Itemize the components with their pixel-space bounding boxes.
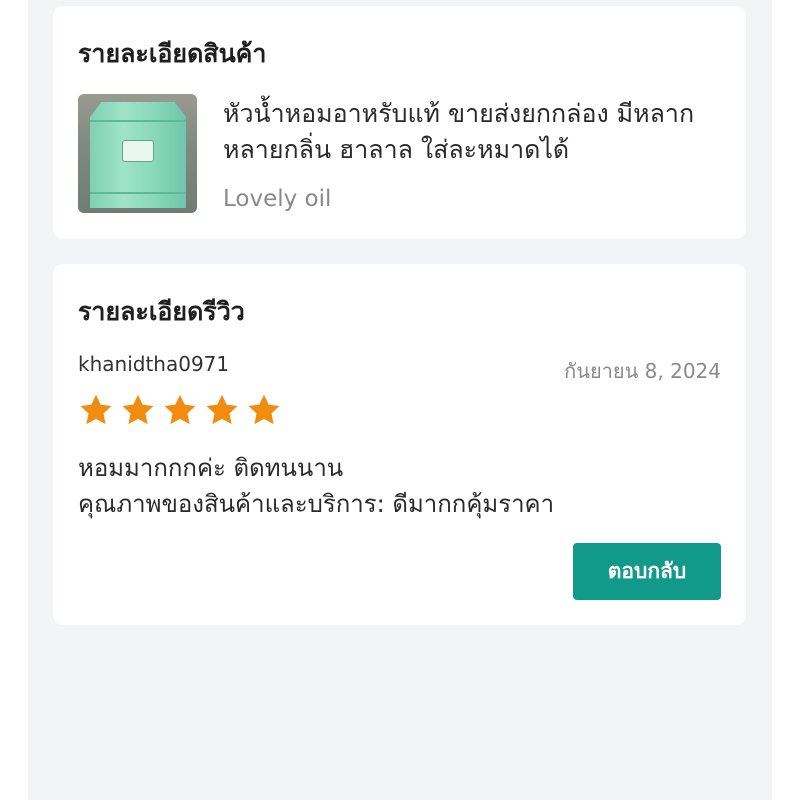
star-icon [248, 394, 280, 425]
review-comment-line: คุณภาพของสินค้าและบริการ: ดีมากกคุ้มราคา [78, 490, 555, 518]
review-details-title: รายละเอียดรีวิว [78, 297, 245, 326]
star-rating [78, 392, 282, 428]
product-details-title: รายละเอียดสินค้า [78, 39, 267, 68]
review-date: กันยายน 8, 2024 [564, 359, 721, 383]
star-icon [80, 394, 112, 425]
review-comment: หอมมากกกค่ะ ติดทนนาน คุณภาพของสินค้าและบ… [78, 450, 718, 522]
product-thumbnail[interactable] [78, 94, 197, 213]
review-details-card: รายละเอียดรีวิว khanidtha0971 กันยายน 8,… [53, 264, 746, 625]
perfume-box-image [90, 102, 186, 208]
star-icon [206, 394, 238, 425]
box-label [122, 140, 154, 162]
product-details-card: รายละเอียดสินค้า หัวน้ำหอมอาหรับแท้ ขายส… [53, 6, 746, 239]
reviewer-username: khanidtha0971 [78, 352, 230, 376]
review-comment-line: หอมมากกกค่ะ ติดทนนาน [78, 454, 344, 482]
box-stripe [90, 120, 186, 122]
star-icon [122, 394, 154, 425]
star-icon [164, 394, 196, 425]
box-stripe [90, 192, 186, 194]
product-variant: Lovely oil [223, 186, 332, 212]
reply-button[interactable]: ตอบกลับ [573, 543, 721, 600]
product-name[interactable]: หัวน้ำหอมอาหรับแท้ ขายส่งยกกล่อง มีหลากห… [223, 96, 728, 168]
